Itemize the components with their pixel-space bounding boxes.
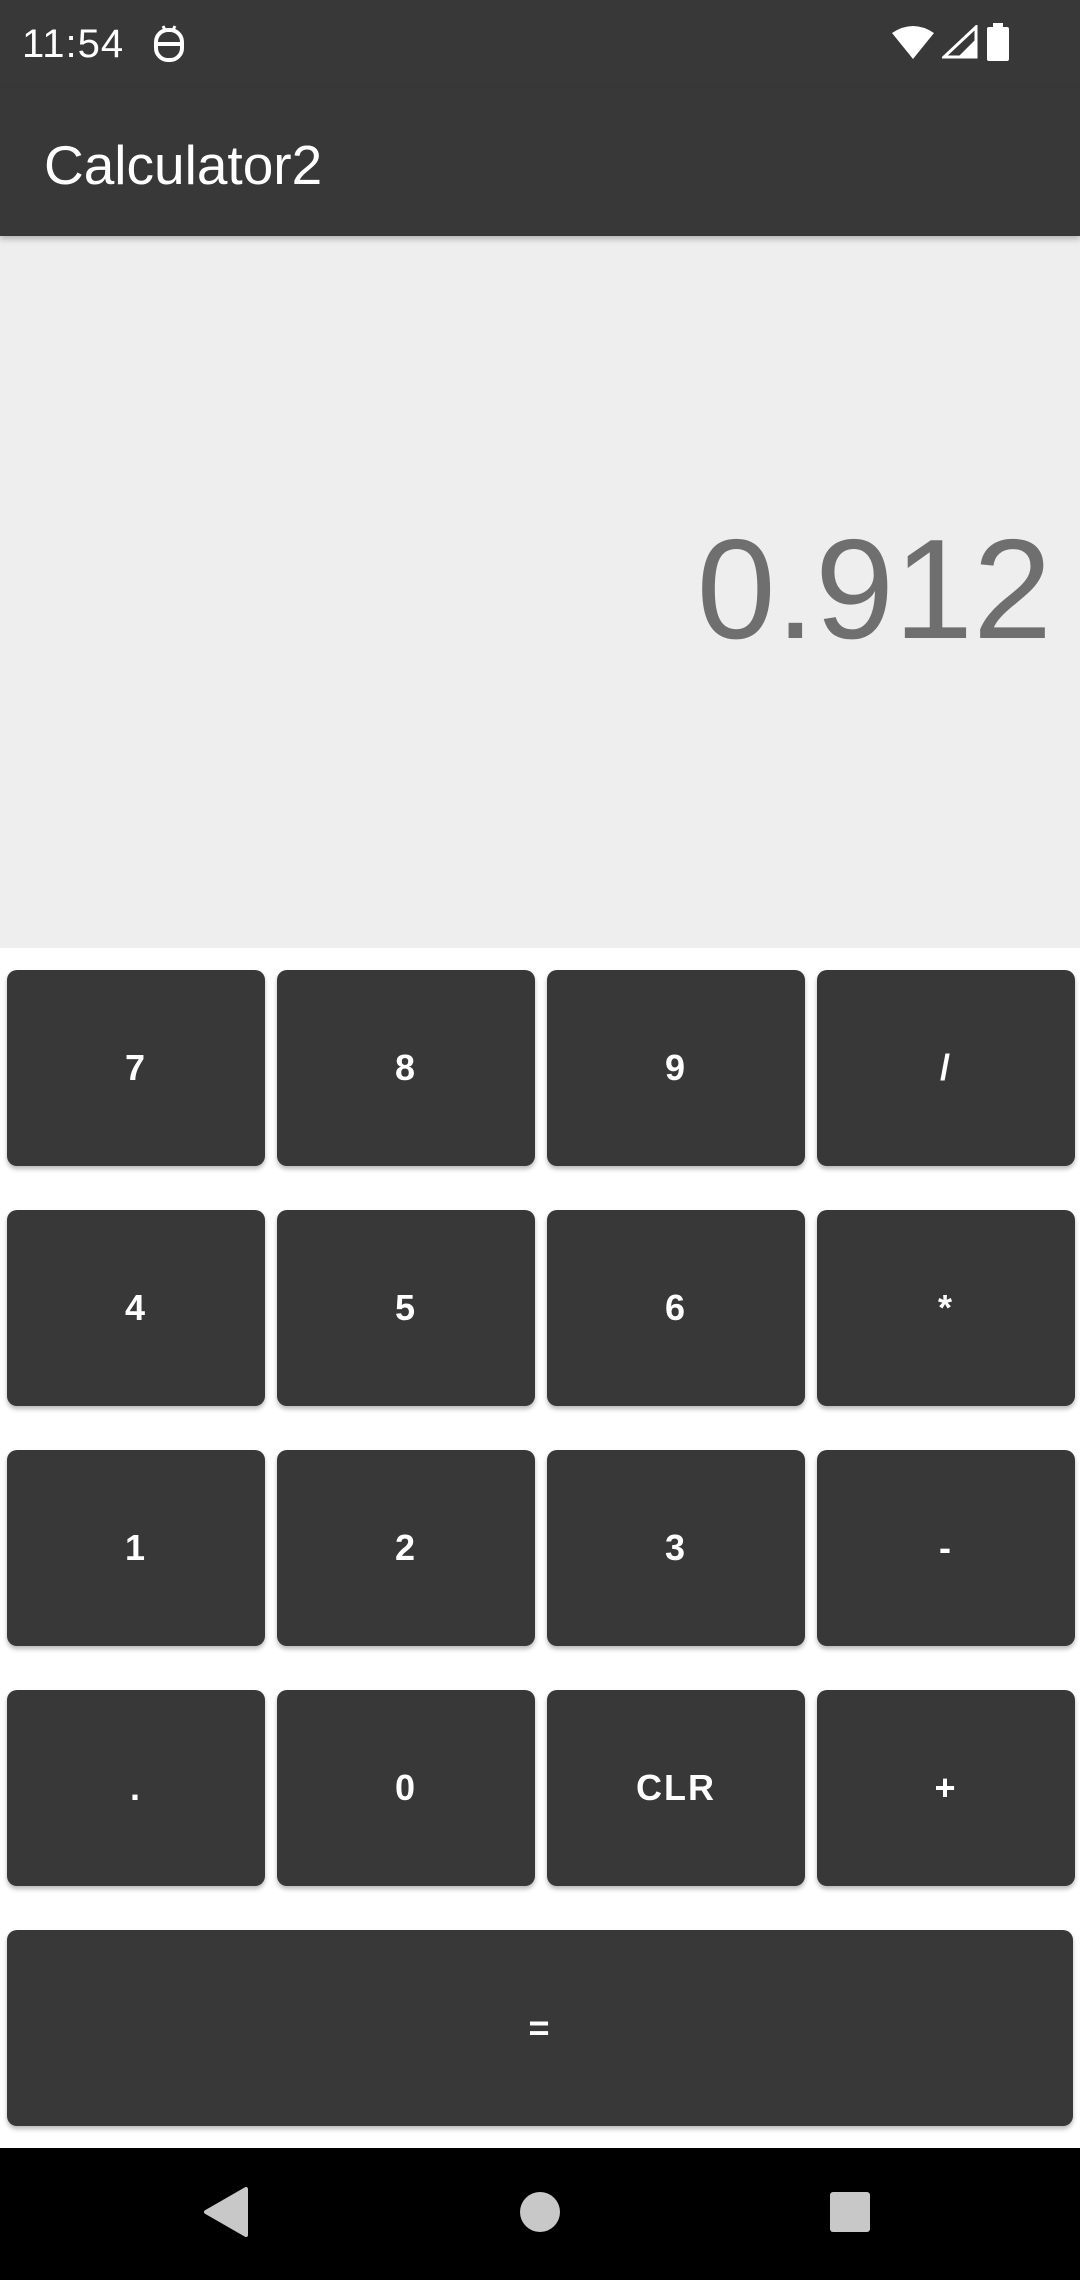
home-button[interactable]: [500, 2174, 580, 2254]
wifi-icon: [892, 25, 934, 64]
key-5[interactable]: 5: [277, 1210, 535, 1406]
key-3[interactable]: 3: [547, 1450, 805, 1646]
key-4[interactable]: 4: [7, 1210, 265, 1406]
key-2[interactable]: 2: [277, 1450, 535, 1646]
status-icons: [892, 22, 1010, 66]
key-subtract[interactable]: -: [817, 1450, 1075, 1646]
key-0[interactable]: 0: [277, 1690, 535, 1886]
key-clear[interactable]: CLR: [547, 1690, 805, 1886]
key-9[interactable]: 9: [547, 970, 805, 1166]
status-time: 11:54: [22, 22, 125, 66]
battery-icon: [986, 22, 1010, 66]
home-circle-icon: [518, 2190, 562, 2239]
app-bar: Calculator2: [0, 88, 1080, 236]
back-triangle-icon: [202, 2186, 248, 2242]
key-1[interactable]: 1: [7, 1450, 265, 1646]
app-title: Calculator2: [44, 134, 323, 196]
key-multiply[interactable]: *: [817, 1210, 1075, 1406]
key-divide[interactable]: /: [817, 970, 1075, 1166]
key-7[interactable]: 7: [7, 970, 265, 1166]
notification-app-icon: [152, 24, 186, 64]
cellular-signal-icon: [940, 23, 978, 64]
key-equals[interactable]: =: [7, 1930, 1073, 2126]
result-display: 0.912: [0, 236, 1080, 948]
key-6[interactable]: 6: [547, 1210, 805, 1406]
navigation-bar: [0, 2148, 1080, 2280]
key-8[interactable]: 8: [277, 970, 535, 1166]
status-bar: 11:54: [0, 0, 1080, 88]
key-add[interactable]: +: [817, 1690, 1075, 1886]
keypad: 7 8 9 / 4 5 6 * 1 2 3 - . 0 CLR + =: [0, 948, 1080, 2148]
recents-square-icon: [828, 2190, 872, 2239]
recents-button[interactable]: [810, 2174, 890, 2254]
display-value: 0.912: [696, 510, 1052, 669]
back-button[interactable]: [185, 2174, 265, 2254]
key-decimal[interactable]: .: [7, 1690, 265, 1886]
